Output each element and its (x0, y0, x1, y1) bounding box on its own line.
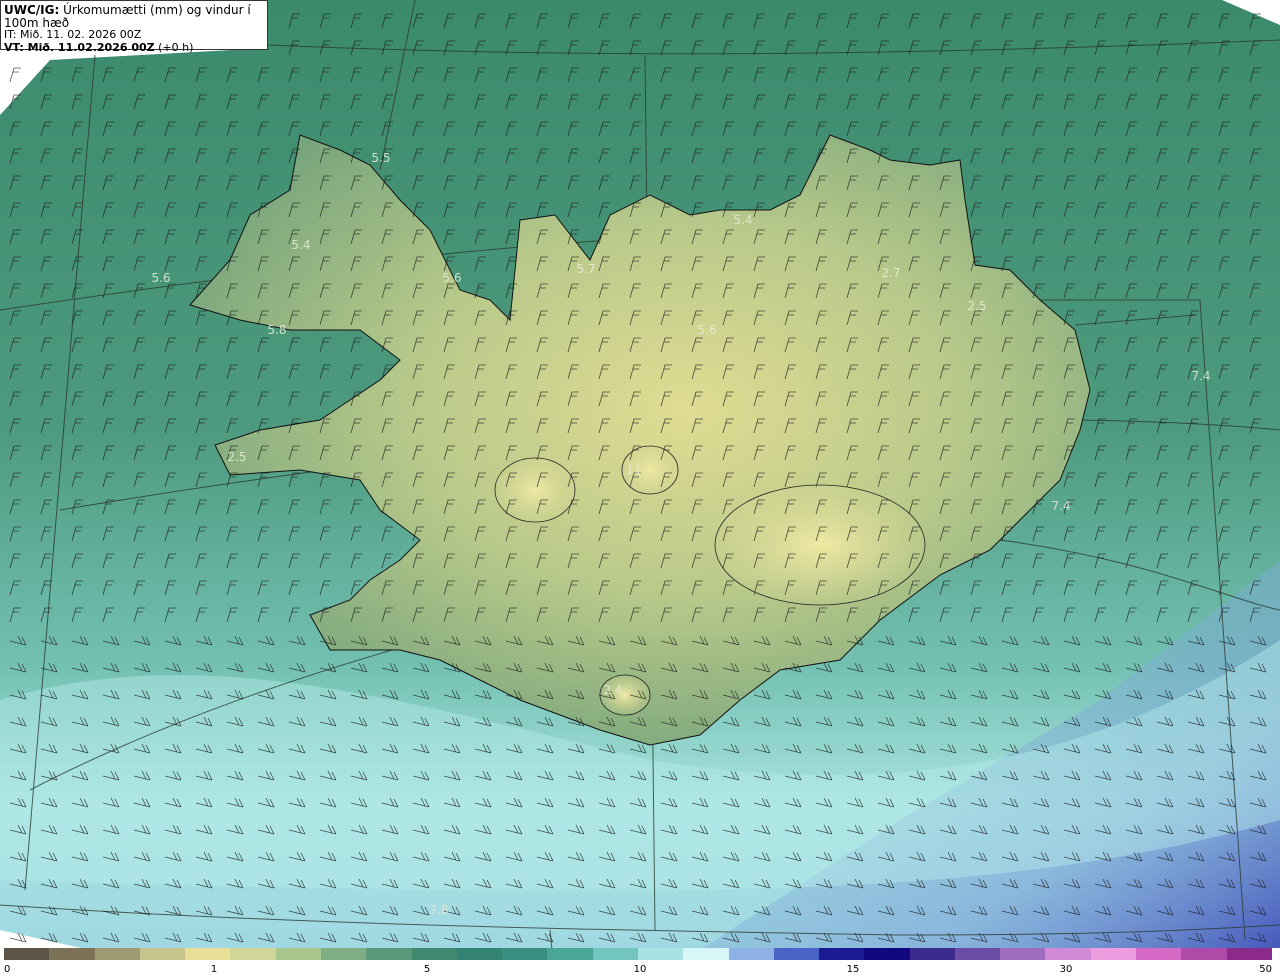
colorbar-swatch (1090, 948, 1137, 960)
vatnajokull (714, 484, 926, 606)
colorbar-strip (4, 948, 1272, 960)
colorbar-tick-label: 0 (4, 964, 11, 975)
valid-time: VT: Mið. 11.02.2026 00Z (4, 40, 155, 54)
valid-time-row: VT: Mið. 11.02.2026 00Z (+0 h) (4, 40, 263, 55)
contour-label: 5.6 (442, 271, 461, 285)
colorbar-swatch (320, 948, 367, 960)
contour-label: 5.6 (697, 323, 716, 337)
colorbar-swatch (230, 948, 276, 960)
contour-label: 7.8 (429, 903, 448, 917)
colorbar-swatch (185, 948, 231, 960)
contour-label: 7.4 (1051, 499, 1070, 513)
langjokull (494, 457, 576, 523)
colorbar-swatch (1045, 948, 1091, 960)
colorbar-swatch (49, 948, 95, 960)
header-title-row: UWC/IG: Úrkomumætti (mm) og vindur í 100… (4, 4, 263, 29)
contour-label: 2.5 (967, 299, 986, 313)
colorbar-swatch (411, 948, 457, 960)
forecast-hour: (+0 h) (154, 40, 194, 54)
colorbar-swatch (4, 948, 50, 960)
contour-label: 5.8 (267, 323, 286, 337)
colorbar-swatch (547, 948, 593, 960)
contour-label: 2.7 (881, 266, 900, 280)
contour-label: 5.4 (733, 213, 752, 227)
contour-label: 2.5 (227, 450, 246, 464)
colorbar-swatch (139, 948, 186, 960)
colorbar-tick-label: 1 (210, 964, 218, 975)
colorbar-swatch (275, 948, 321, 960)
colorbar-swatch (954, 948, 1001, 960)
colorbar-swatch (1226, 948, 1272, 960)
colorbar-swatch (637, 948, 684, 960)
colorbar-tick-label: 15 (846, 964, 860, 975)
colorbar-swatch (456, 948, 503, 960)
colorbar-swatch (819, 948, 865, 960)
contour-label: 7.4 (1191, 369, 1210, 383)
colorbar-swatch (1000, 948, 1046, 960)
colorbar-swatch (864, 948, 910, 960)
wind-barb (9, 67, 21, 83)
contour-label: 5.5 (371, 151, 390, 165)
contour-label: 11 (626, 463, 641, 477)
contour-label: 2.4 (603, 683, 622, 697)
colorbar-swatch (1136, 948, 1182, 960)
colorbar: 0 1 5 10 15 30 50 (0, 948, 1280, 978)
colorbar-swatch (94, 948, 140, 960)
colorbar-swatch (1181, 948, 1227, 960)
colorbar-swatch (366, 948, 412, 960)
colorbar-swatch (728, 948, 774, 960)
colorbar-swatch (502, 948, 548, 960)
colorbar-swatch (592, 948, 638, 960)
colorbar-tick-label: 10 (633, 964, 647, 975)
colorbar-swatch (773, 948, 820, 960)
contour-label: 5.7 (576, 262, 595, 276)
contour-label: 5.6 (151, 271, 170, 285)
colorbar-swatch (909, 948, 955, 960)
colorbar-tick-label: 50 (1259, 964, 1272, 975)
weather-map: 5.5 5.4 5.6 5.6 5.8 5.7 5.4 5.6 2.7 2.5 7.4 7.4 2.5 1… (0, 0, 1280, 950)
colorbar-swatch (683, 948, 729, 960)
map-header: UWC/IG: Úrkomumætti (mm) og vindur í 100… (0, 0, 268, 53)
colorbar-tick-label: 30 (1059, 964, 1073, 975)
contour-label: 5.4 (291, 238, 310, 252)
colorbar-tick-label: 5 (423, 964, 431, 975)
